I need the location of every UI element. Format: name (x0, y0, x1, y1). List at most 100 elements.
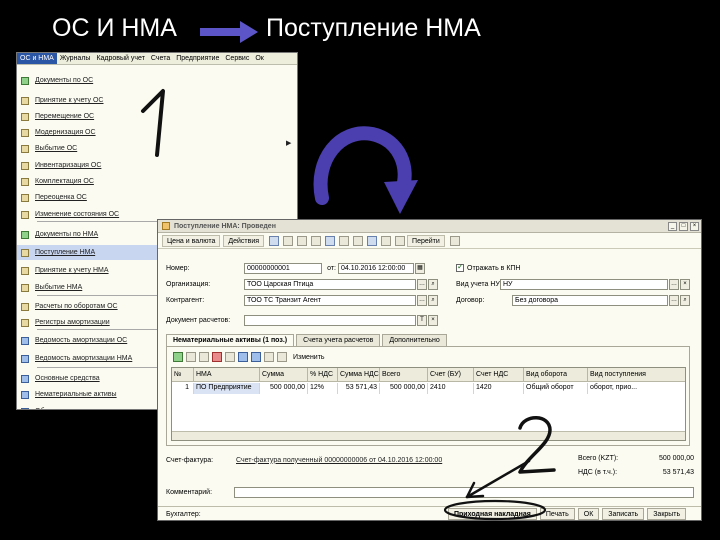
move-up-icon[interactable] (238, 352, 248, 362)
menu-item[interactable]: Переоценка ОС (17, 190, 297, 205)
menu-item-label: Документы по НМА (35, 231, 99, 238)
add-row-icon[interactable] (173, 352, 183, 362)
structure-icon[interactable] (353, 236, 364, 246)
print-icon[interactable] (381, 236, 392, 246)
post-icon[interactable] (325, 236, 336, 246)
contract-open-icon[interactable]: ⌕ (680, 294, 690, 306)
tab-intangible-assets[interactable]: Нематериальные активы (1 поз.) (166, 334, 295, 346)
close-button[interactable]: Закрыть (647, 508, 687, 520)
table-cell[interactable]: оборот, прио... (588, 383, 685, 394)
date-label: от: (327, 264, 336, 272)
copy-row-icon[interactable] (186, 352, 196, 362)
menu-item[interactable]: Комплектация ОС (17, 174, 297, 189)
organization-field[interactable]: ТОО Царская Птица (244, 278, 416, 290)
go-button[interactable]: Перейти (407, 235, 445, 247)
contractor-open-icon[interactable]: ⌕ (428, 294, 438, 306)
ok-button[interactable]: ОК (577, 508, 600, 520)
organization-open-icon[interactable]: ⌕ (428, 278, 438, 290)
col-total[interactable]: Всего (380, 368, 428, 382)
curved-arrow-annotation (313, 126, 418, 214)
col-turnover-type[interactable]: Вид оборота (524, 368, 588, 382)
table-cell[interactable]: Общий оборот (524, 383, 588, 394)
tab-additional[interactable]: Дополнительно (382, 334, 447, 346)
col-vat-sum[interactable]: Сумма НДС (338, 368, 380, 382)
col-asset[interactable]: НМА (194, 368, 260, 382)
col-vat-account[interactable]: Счет НДС (474, 368, 524, 382)
delete-row-icon[interactable] (212, 352, 222, 362)
comment-field[interactable] (234, 486, 694, 498)
delete-icon[interactable] (311, 236, 322, 246)
menu-item[interactable]: Принятие к учету ОС (17, 93, 297, 108)
menu-item[interactable]: Модернизация ОС (17, 125, 297, 140)
maximize-icon[interactable]: □ (679, 222, 688, 231)
print-button[interactable]: Печать (539, 508, 575, 520)
goods-receipt-button[interactable]: Приходная накладная (448, 508, 537, 520)
table-cell[interactable]: ПО Предприятие (194, 383, 260, 394)
close-icon[interactable]: × (690, 222, 699, 231)
table-cell[interactable]: 53 571,43 (338, 383, 380, 394)
edit-row-icon[interactable] (199, 352, 209, 362)
menu-bar-os-nma[interactable]: ОС и НМА (17, 53, 57, 64)
menu-bar-enterprise[interactable]: Предприятие (173, 53, 222, 64)
grid-edit-label[interactable]: Изменить (293, 354, 325, 361)
new-icon[interactable] (269, 236, 280, 246)
menu-bar-windows[interactable]: Ок (252, 53, 267, 64)
table-cell[interactable]: 1420 (474, 383, 524, 394)
minimize-icon[interactable]: _ (668, 222, 677, 231)
table-cell[interactable]: 500 000,00 (260, 383, 308, 394)
edit-icon[interactable] (297, 236, 308, 246)
organization-select-icon[interactable]: … (417, 278, 427, 290)
contract-field[interactable]: Без договора (512, 294, 668, 306)
tab-panel: Изменить № НМА Сумма % НДС Сумма НДС Все… (166, 346, 690, 446)
menu-bar-accounts[interactable]: Счета (148, 53, 173, 64)
menu-bar-journals[interactable]: Журналы (57, 53, 94, 64)
menu-item-label: Выбытие ОС (35, 145, 78, 152)
menu-bar-service[interactable]: Сервис (222, 53, 252, 64)
horizontal-scrollbar[interactable] (172, 431, 685, 440)
tax-type-select-icon[interactable]: … (669, 278, 679, 290)
end-edit-icon[interactable] (225, 352, 235, 362)
unpost-icon[interactable] (339, 236, 350, 246)
menu-item[interactable]: Выбытие ОС (17, 141, 297, 156)
col-sum[interactable]: Сумма (260, 368, 308, 382)
contractor-select-icon[interactable]: … (417, 294, 427, 306)
dt-kt-icon[interactable] (367, 236, 378, 246)
table-cell[interactable]: 1 (172, 383, 194, 394)
number-field[interactable]: 00000000001 (244, 262, 322, 274)
contractor-field[interactable]: ТОО ТС Транзит Агент (244, 294, 416, 306)
sort-desc-icon[interactable] (277, 352, 287, 362)
col-vat-rate[interactable]: % НДС (308, 368, 338, 382)
menu-item[interactable]: Перемещение ОС (17, 109, 297, 124)
sort-asc-icon[interactable] (264, 352, 274, 362)
tax-type-field[interactable]: НУ (500, 278, 668, 290)
table-cell[interactable]: 2410 (428, 383, 474, 394)
calendar-icon[interactable]: ▦ (415, 262, 425, 274)
table-cell[interactable]: 12% (308, 383, 338, 394)
col-receipt-type[interactable]: Вид поступления (588, 368, 685, 382)
settlement-doc-field[interactable] (244, 314, 416, 326)
number-label: Номер: (166, 264, 190, 272)
copy-icon[interactable] (283, 236, 294, 246)
tax-type-open-icon[interactable]: × (680, 278, 690, 290)
table-cell[interactable]: 500 000,00 (380, 383, 428, 394)
menu-item-label: Поступление НМА (35, 249, 96, 256)
help-icon[interactable] (449, 236, 460, 246)
settlement-doc-clear-icon[interactable]: × (428, 314, 438, 326)
save-button[interactable]: Записать (602, 508, 645, 520)
menu-item[interactable]: Документы по ОС (17, 73, 297, 88)
move-down-icon[interactable] (251, 352, 261, 362)
price-currency-button[interactable]: Цена и валюта (162, 235, 221, 247)
menu-bar-hr[interactable]: Кадровый учет (93, 53, 147, 64)
actions-button[interactable]: Действия (223, 235, 265, 247)
col-number[interactable]: № (172, 368, 194, 382)
invoice-link[interactable]: Счет-фактура полученный 00000000006 от 0… (236, 457, 442, 464)
col-account[interactable]: Счет (БУ) (428, 368, 474, 382)
settlement-doc-type-icon[interactable]: T (417, 314, 427, 326)
menu-item[interactable]: Инвентаризация ОС (17, 158, 297, 173)
contract-select-icon[interactable]: … (669, 294, 679, 306)
tab-settlement-accounts[interactable]: Счета учета расчетов (296, 334, 381, 346)
date-field[interactable]: 04.10.2016 12:00:00 (338, 262, 414, 274)
filter-icon[interactable] (395, 236, 406, 246)
report-icon (21, 354, 29, 363)
kpn-checkbox[interactable] (456, 262, 464, 272)
